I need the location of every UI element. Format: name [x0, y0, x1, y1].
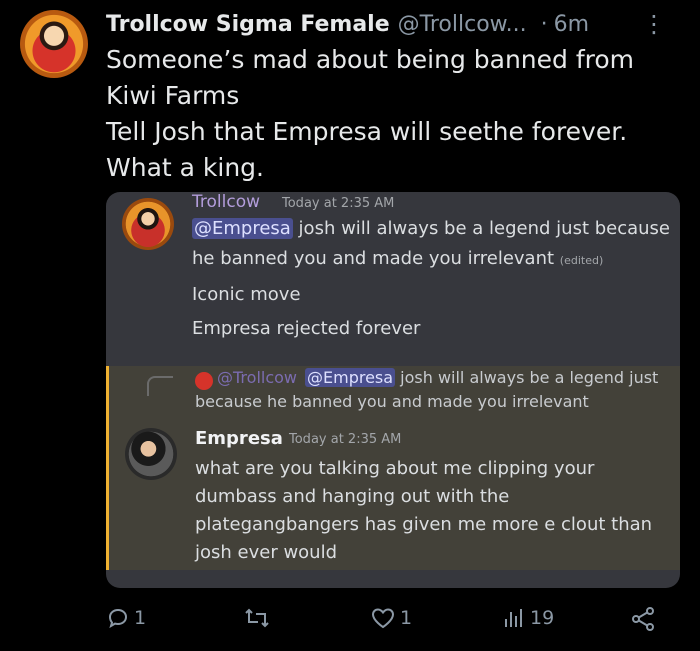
tweet-line: What a king. — [106, 153, 264, 182]
tweet-line: Tell Josh that Empresa will seethe forev… — [106, 117, 628, 146]
separator-dot: · — [540, 11, 548, 37]
retweet-button[interactable] — [244, 606, 274, 630]
edited-label: (edited) — [559, 254, 604, 267]
analytics-icon — [502, 606, 526, 630]
reply-mini-avatar — [195, 372, 213, 390]
reply-connector — [147, 376, 173, 396]
tweet-line: Someone’s mad about being banned from — [106, 45, 635, 74]
share-button[interactable] — [630, 606, 656, 632]
tweet-text: Someone’s mad about being banned from Ki… — [106, 42, 666, 186]
empresa-avatar — [125, 428, 177, 480]
message-text: josh will always be a legend just becaus… — [292, 218, 671, 239]
message-author: Trollcow — [192, 192, 260, 212]
tweet-actions: 1 1 19 — [106, 606, 666, 638]
share-icon — [630, 606, 656, 632]
more-options-icon[interactable]: ⋮ — [642, 10, 666, 38]
message-text: he banned you and made you irrelevant — [192, 248, 555, 269]
message-line: dumbass and hanging out with the — [195, 486, 510, 507]
message-line: what are you talking about me clipping y… — [195, 458, 595, 479]
tweet-time[interactable]: 6m — [554, 12, 589, 37]
tweet-line: Kiwi Farms — [106, 81, 240, 110]
attached-discord-screenshot[interactable]: Trollcow Today at 2:35 AM @Empresa josh … — [106, 192, 680, 588]
reply-preview-line: @Empresa josh will always be a legend ju… — [305, 368, 658, 387]
message-line: josh ever would — [195, 542, 338, 563]
views-count: 19 — [530, 607, 555, 629]
message-line: Iconic move — [192, 284, 301, 305]
heart-icon — [370, 606, 396, 630]
like-count: 1 — [400, 607, 413, 629]
message-line: he banned you and made you irrelevant (e… — [192, 248, 603, 269]
mention-tag: @Empresa — [305, 368, 396, 387]
trollcow-avatar — [122, 198, 174, 250]
reply-text: josh will always be a legend just — [395, 368, 659, 387]
reply-count: 1 — [134, 607, 147, 629]
mention-tag: @Empresa — [192, 218, 293, 239]
retweet-icon — [244, 606, 270, 630]
display-name[interactable]: Trollcow Sigma Female — [106, 12, 390, 37]
message-line: Empresa rejected forever — [192, 318, 421, 339]
views-button[interactable]: 19 — [502, 606, 554, 630]
message-timestamp: Today at 2:35 AM — [289, 432, 402, 447]
reply-preview-line: because he banned you and made you irrel… — [195, 392, 589, 411]
message-line: @Empresa josh will always be a legend ju… — [192, 218, 670, 239]
reply-author: @Trollcow — [217, 368, 297, 387]
message-timestamp: Today at 2:35 AM — [282, 196, 395, 211]
tweet-header: Trollcow Sigma Female @Trollcow... · 6m … — [106, 8, 680, 40]
message-line: plategangbangers has given me more e clo… — [195, 514, 653, 535]
like-button[interactable]: 1 — [370, 606, 412, 630]
message-author: Empresa — [195, 428, 283, 449]
user-handle[interactable]: @Trollcow... — [398, 12, 527, 37]
reply-icon — [106, 606, 130, 630]
profile-avatar[interactable] — [20, 10, 88, 78]
highlighted-reply-message: @Trollcow @Empresa josh will always be a… — [106, 366, 680, 570]
reply-button[interactable]: 1 — [106, 606, 146, 630]
